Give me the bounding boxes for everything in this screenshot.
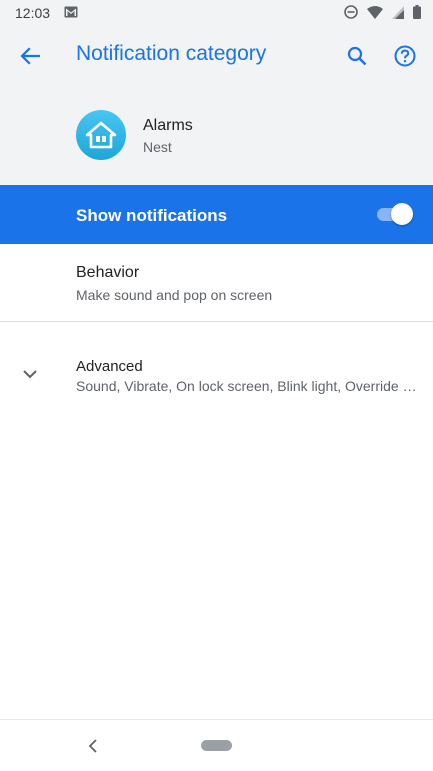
toggle-thumb (391, 203, 413, 225)
app-publisher: Nest (143, 139, 172, 155)
arrow-back-icon (20, 47, 40, 65)
status-icons (344, 4, 421, 20)
page-title: Notification category (76, 42, 267, 65)
battery-icon (413, 5, 421, 19)
show-notifications-toggle[interactable] (377, 203, 413, 225)
advanced-subtitle: Sound, Vibrate, On lock screen, Blink li… (76, 378, 418, 394)
advanced-title: Advanced (76, 358, 143, 375)
nest-app-icon (76, 110, 126, 160)
search-button[interactable] (343, 42, 371, 70)
app-header: Alarms Nest (0, 85, 433, 185)
status-bar: 12:03 (0, 0, 433, 25)
gmail-icon (64, 6, 78, 18)
help-icon (394, 45, 416, 67)
advanced-row[interactable]: Advanced Sound, Vibrate, On lock screen,… (0, 322, 433, 408)
navigation-bar (0, 719, 433, 771)
home-icon (85, 121, 117, 149)
nav-back-button[interactable] (84, 737, 102, 755)
status-time: 12:03 (15, 5, 51, 21)
app-bar: Notification category (0, 25, 433, 85)
app-name: Alarms (143, 117, 193, 134)
show-notifications-row[interactable]: Show notifications (0, 185, 433, 244)
behavior-row[interactable]: Behavior Make sound and pop on screen (0, 244, 433, 321)
back-button[interactable] (16, 42, 44, 70)
chevron-down-icon (20, 366, 40, 382)
nav-home-button[interactable] (201, 740, 232, 751)
signal-icon (392, 5, 404, 19)
wifi-icon (367, 5, 383, 19)
help-button[interactable] (391, 42, 419, 70)
do-not-disturb-icon (344, 5, 358, 19)
behavior-title: Behavior (76, 264, 140, 281)
behavior-subtitle: Make sound and pop on screen (76, 287, 273, 303)
nav-back-icon (88, 739, 97, 753)
search-icon (347, 46, 367, 66)
show-notifications-label: Show notifications (76, 206, 228, 225)
